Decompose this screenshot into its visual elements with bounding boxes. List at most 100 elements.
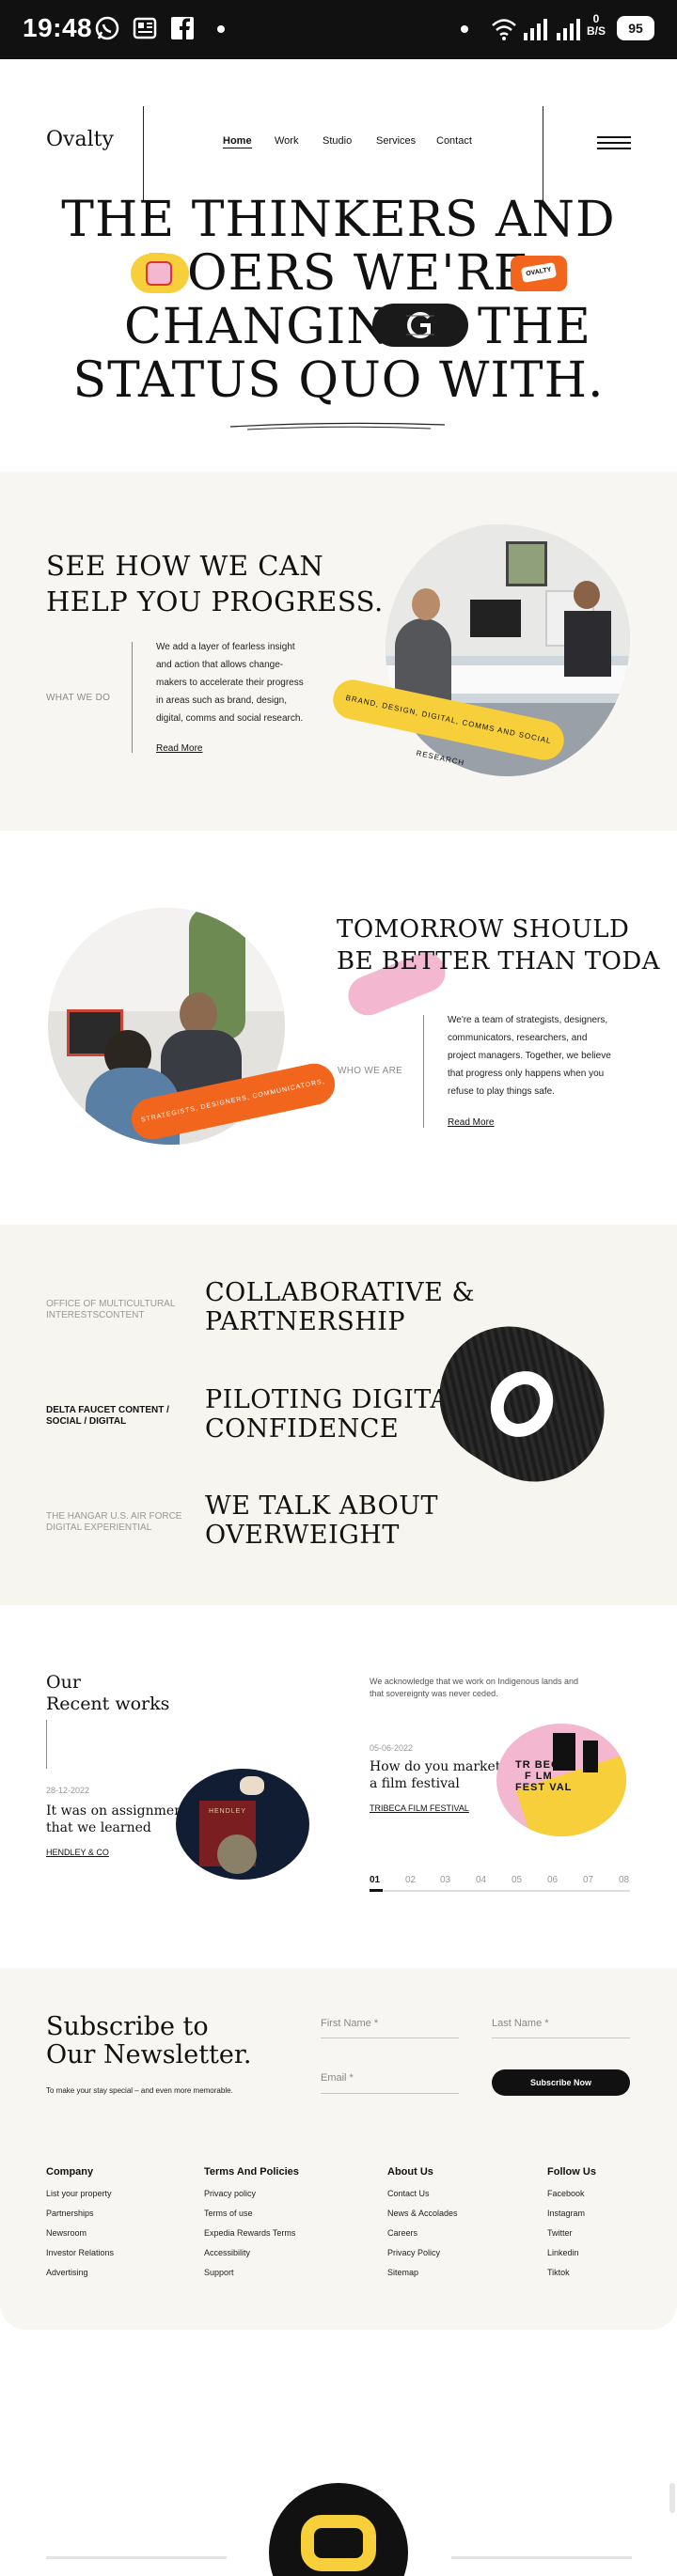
what-we-do-label: WHAT WE DO — [46, 693, 111, 703]
footer-heading: Follow Us — [547, 2166, 596, 2178]
footer-link[interactable]: Advertising — [46, 2268, 114, 2277]
ovalty-mark-icon — [406, 312, 434, 338]
hero-pill-logo — [372, 304, 468, 347]
pager-item[interactable]: 02 — [405, 1875, 416, 1885]
work-client-link-2[interactable]: TRIBECA FILM FESTIVAL — [370, 1803, 469, 1813]
footer-link[interactable]: Expedia Rewards Terms — [204, 2228, 299, 2238]
hero-line-2: DOERS WE'RE — [147, 245, 530, 302]
pager-item[interactable]: 08 — [619, 1875, 629, 1885]
nav-services[interactable]: Services — [376, 135, 416, 147]
wifi-icon — [492, 19, 516, 40]
footer-heading: Company — [46, 2166, 94, 2178]
last-name-field[interactable]: Last Name * — [492, 2018, 549, 2029]
status-dot — [461, 25, 468, 33]
footer-link[interactable]: Careers — [387, 2228, 458, 2238]
signal-icon — [524, 19, 547, 40]
footer-heading: About Us — [387, 2166, 433, 2178]
nav-studio[interactable]: Studio — [323, 135, 352, 147]
footer-link[interactable]: Accessibility — [204, 2248, 299, 2257]
tomorrow-title: TOMORROW SHOULD BE BETTER THAN TODA — [337, 915, 661, 976]
footer-link[interactable]: Twitter — [547, 2228, 596, 2238]
pager-item[interactable]: 07 — [583, 1875, 593, 1885]
footer-col-terms: Terms And Policies Privacy policy Terms … — [204, 2166, 299, 2277]
footer-link[interactable]: Instagram — [547, 2209, 596, 2218]
work-date-1: 28-12-2022 — [46, 1786, 90, 1795]
service-title-2[interactable]: PILOTING DIGITAL CONFIDENCE — [205, 1385, 466, 1444]
footer-link[interactable]: List your property — [46, 2189, 114, 2198]
service-title-1[interactable]: COLLABORATIVE & PARTNERSHIP — [205, 1278, 475, 1336]
work-title-2[interactable]: How do you market a film festival — [370, 1758, 500, 1792]
hero-line-4: STATUS QUO WITH. — [72, 352, 605, 409]
footer-link[interactable]: Terms of use — [204, 2209, 299, 2218]
nav-home[interactable]: Home — [223, 135, 252, 148]
footer-link[interactable]: Sitemap — [387, 2268, 458, 2277]
footer-link[interactable]: Facebook — [547, 2189, 596, 2198]
pager-item[interactable]: 04 — [476, 1875, 486, 1885]
progress-read-more-link[interactable]: Read More — [156, 743, 202, 754]
divider-line — [46, 1720, 47, 1769]
logo[interactable]: Ovalty — [46, 128, 114, 151]
whatsapp-icon — [95, 16, 119, 40]
hero-underline-scribble — [229, 422, 446, 430]
work-date-2: 05-06-2022 — [370, 1743, 414, 1753]
footer-link[interactable]: Linkedin — [547, 2248, 596, 2257]
footer-col-follow: Follow Us Facebook Instagram Twitter Lin… — [547, 2166, 596, 2277]
work-title-1[interactable]: It was on assignment that we learned — [46, 1803, 188, 1836]
hero-sticker-yellow — [131, 254, 189, 293]
footer-link[interactable]: Investor Relations — [46, 2248, 114, 2257]
who-we-are-label: WHO WE ARE — [338, 1066, 403, 1076]
footer-link[interactable]: Privacy policy — [204, 2189, 299, 2198]
divider-line — [132, 642, 133, 753]
footer-col-about: About Us Contact Us News & Accolades Car… — [387, 2166, 458, 2277]
pager-item[interactable]: 03 — [440, 1875, 450, 1885]
newsletter-subtitle: To make your stay special – and even mor… — [46, 2086, 233, 2095]
work-client-link-1[interactable]: HENDLEY & CO — [46, 1848, 109, 1857]
net-speed: 0 B/S — [587, 12, 606, 38]
first-name-field[interactable]: First Name * — [321, 2018, 378, 2029]
battery-indicator: 95 — [617, 16, 654, 40]
signal-icon-2 — [557, 19, 580, 40]
subscribe-button[interactable]: Subscribe Now — [492, 2069, 630, 2096]
status-bar: 19:48 0 B/S 95 — [0, 0, 677, 59]
footer-link[interactable]: News & Accolades — [387, 2209, 458, 2218]
pager-item[interactable]: 05 — [512, 1875, 522, 1885]
news-icon — [133, 17, 157, 39]
nav-work[interactable]: Work — [275, 135, 298, 147]
divider-line — [143, 106, 144, 202]
footer-link[interactable]: Tiktok — [547, 2268, 596, 2277]
pager-item[interactable]: 06 — [547, 1875, 558, 1885]
work-image-hendley[interactable]: HENDLEY — [176, 1769, 309, 1880]
notification-dot — [217, 25, 225, 33]
scrollbar-thumb[interactable] — [669, 2483, 675, 2513]
email-field[interactable]: Email * — [321, 2072, 354, 2084]
footer-col-company: Company List your property Partnerships … — [46, 2166, 114, 2277]
pager-track — [370, 1890, 630, 1892]
service-label-1: OFFICE OF MULTICULTURAL INTERESTSCONTENT — [46, 1299, 176, 1320]
footer-link[interactable]: Support — [204, 2268, 299, 2277]
footer-link[interactable]: Contact Us — [387, 2189, 458, 2198]
work-image-tribeca[interactable]: TR BECA F LM FEST VAL — [496, 1724, 626, 1836]
works-title: Our Recent works — [46, 1672, 170, 1714]
scroll-top-badge[interactable] — [269, 2483, 408, 2576]
last-name-underline — [492, 2037, 630, 2038]
nav-contact[interactable]: Contact — [436, 135, 472, 147]
divider-line — [423, 1015, 424, 1128]
hero-line-3-right: THE — [478, 299, 591, 355]
footer-link[interactable]: Privacy Policy — [387, 2248, 458, 2257]
footer-link[interactable]: Partnerships — [46, 2209, 114, 2218]
progress-title: SEE HOW WE CAN HELP YOU PROGRESS. — [46, 550, 384, 617]
service-label-2: DELTA FAUCET CONTENT / SOCIAL / DIGITAL — [46, 1405, 169, 1427]
bottom-line-right — [451, 2556, 632, 2559]
status-time: 19:48 — [23, 13, 93, 42]
service-label-3: THE HANGAR U.S. AIR FORCE DIGITAL EXPERIE… — [46, 1511, 182, 1533]
service-title-3[interactable]: WE TALK ABOUT OVERWEIGHT — [205, 1491, 438, 1550]
email-underline — [321, 2093, 459, 2094]
menu-icon[interactable] — [597, 136, 631, 149]
tomorrow-paragraph: We're a team of strategists, designers, c… — [448, 1015, 611, 1097]
progress-paragraph: We add a layer of fearless insight and ac… — [156, 642, 304, 724]
hero-sticker-orange: OVALTY — [511, 256, 567, 291]
tomorrow-read-more-link[interactable]: Read More — [448, 1117, 494, 1128]
pager-item[interactable]: 01 — [370, 1875, 380, 1885]
footer-link[interactable]: Newsroom — [46, 2228, 114, 2238]
facebook-icon — [171, 17, 194, 39]
